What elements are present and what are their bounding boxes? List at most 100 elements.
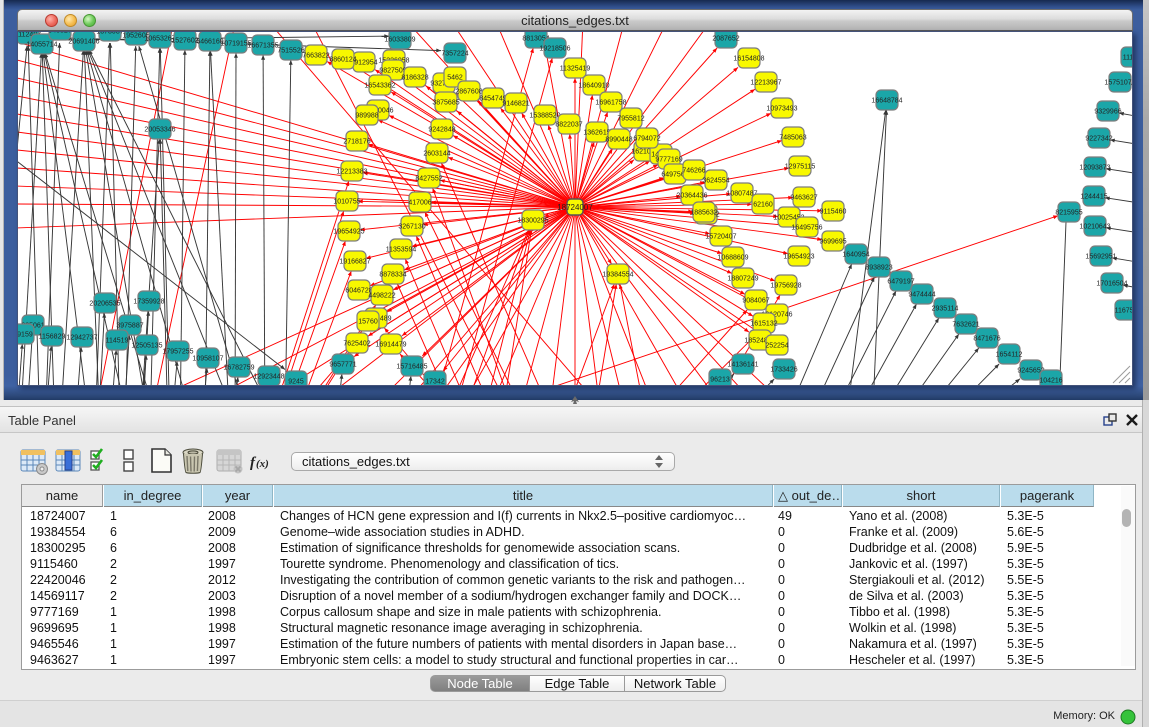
svg-text:11325419: 11325419	[560, 65, 591, 72]
svg-text:6479197: 6479197	[887, 278, 914, 285]
svg-text:7663822: 7663822	[302, 52, 329, 59]
svg-text:9245: 9245	[288, 378, 304, 385]
svg-text:14055714: 14055714	[26, 41, 57, 48]
svg-text:9699695: 9699695	[819, 238, 846, 245]
svg-text:5462: 5462	[447, 74, 463, 81]
svg-text:16033809: 16033809	[384, 36, 415, 43]
svg-text:8990448: 8990448	[605, 136, 632, 143]
svg-text:12942737: 12942737	[66, 334, 97, 341]
svg-text:18724007: 18724007	[557, 203, 593, 212]
svg-text:19384554: 19384554	[602, 271, 633, 278]
svg-text:12213967: 12213967	[750, 79, 781, 86]
svg-text:4498222: 4498222	[368, 292, 395, 299]
svg-text:8186328: 8186328	[401, 74, 428, 81]
svg-text:12213383: 12213383	[336, 168, 367, 175]
svg-text:19166827: 19166827	[339, 258, 370, 265]
svg-text:11353594: 11353594	[386, 246, 417, 253]
svg-text:16154808: 16154808	[733, 55, 764, 62]
svg-text:1733426: 1733426	[770, 366, 797, 373]
svg-text:17957255: 17957255	[162, 348, 193, 355]
svg-text:1010755: 1010755	[333, 198, 360, 205]
svg-text:20053346: 20053346	[144, 126, 175, 133]
svg-text:(x): (x)	[256, 458, 269, 470]
svg-text:1615132: 1615132	[750, 320, 777, 327]
svg-text:8471676: 8471676	[973, 335, 1000, 342]
svg-text:19654923: 19654923	[783, 253, 814, 260]
svg-text:1362615: 1362615	[583, 129, 610, 136]
svg-text:16914479: 16914479	[375, 341, 406, 348]
svg-text:9146821: 9146821	[502, 100, 529, 107]
svg-text:16543362: 16543362	[364, 82, 395, 89]
svg-text:8860124: 8860124	[329, 56, 356, 63]
svg-text:9084067: 9084067	[742, 297, 769, 304]
svg-text:16961758: 16961758	[595, 99, 626, 106]
svg-text:12093873: 12093873	[1079, 164, 1110, 171]
svg-text:12975115: 12975115	[785, 163, 816, 170]
svg-text:6794072: 6794072	[633, 135, 660, 142]
svg-text:2718176: 2718176	[343, 138, 370, 145]
svg-text:2935114: 2935114	[932, 305, 959, 312]
svg-text:15716485: 15716485	[396, 363, 427, 370]
svg-text:19654925: 19654925	[333, 228, 364, 235]
svg-text:15720407: 15720407	[705, 233, 736, 240]
svg-text:12923448: 12923448	[253, 373, 284, 380]
svg-text:15692951: 15692951	[1085, 253, 1116, 260]
svg-text:2867608: 2867608	[455, 88, 482, 95]
svg-text:16782759: 16782759	[223, 364, 254, 371]
svg-text:7632621: 7632621	[952, 321, 979, 328]
svg-text:9463627: 9463627	[790, 194, 817, 201]
svg-text:62160: 62160	[753, 201, 773, 208]
svg-text:8215955: 8215955	[1055, 209, 1082, 216]
svg-text:18640910: 18640910	[578, 82, 609, 89]
svg-text:8822037: 8822037	[555, 121, 582, 128]
svg-text:17342: 17342	[425, 378, 445, 385]
svg-text:104216: 104216	[1039, 377, 1062, 384]
svg-text:10210643: 10210643	[1079, 223, 1110, 230]
svg-text:9329966: 9329966	[1094, 108, 1121, 115]
svg-text:18300295: 18300295	[517, 217, 548, 224]
svg-text:252254: 252254	[765, 342, 788, 349]
svg-text:8938923: 8938923	[865, 264, 892, 271]
svg-text:1527602: 1527602	[171, 37, 198, 44]
svg-text:17359928: 17359928	[133, 298, 164, 305]
svg-text:20691406: 20691406	[68, 38, 99, 45]
svg-text:10958107: 10958107	[192, 355, 223, 362]
svg-text:7515526: 7515526	[277, 47, 304, 54]
svg-text:9227342: 9227342	[1085, 135, 1112, 142]
svg-text:7625402: 7625402	[343, 340, 370, 347]
svg-text:11124: 11124	[1123, 54, 1133, 61]
svg-text:14136141: 14136141	[727, 361, 758, 368]
svg-text:7485063: 7485063	[779, 134, 806, 141]
svg-text:989988: 989988	[355, 112, 378, 119]
svg-text:10688609: 10688609	[717, 254, 748, 261]
svg-text:1873087: 1873087	[96, 31, 123, 35]
svg-text:15760: 15760	[358, 318, 378, 325]
svg-text:8878334: 8878334	[379, 271, 406, 278]
svg-text:96213: 96213	[710, 376, 730, 383]
svg-text:1156829: 1156829	[39, 333, 66, 340]
svg-text:3975887: 3975887	[116, 322, 143, 329]
svg-text:1244415: 1244415	[1080, 193, 1107, 200]
svg-text:9827509: 9827509	[379, 67, 406, 74]
svg-text:940327: 940327	[48, 31, 71, 34]
svg-text:116753: 116753	[1115, 307, 1133, 314]
svg-text:1640954: 1640954	[842, 251, 869, 258]
svg-text:9777169: 9777169	[655, 156, 682, 163]
svg-text:114519: 114519	[106, 337, 129, 344]
svg-text:2087652: 2087652	[712, 35, 739, 42]
svg-text:10973493: 10973493	[766, 105, 797, 112]
svg-text:2603144: 2603144	[423, 150, 450, 157]
svg-text:9115460: 9115460	[820, 208, 847, 215]
svg-text:20364436: 20364436	[676, 192, 707, 199]
svg-text:9242848: 9242848	[428, 126, 455, 133]
svg-text:7955812: 7955812	[617, 115, 644, 122]
svg-text:15388520: 15388520	[529, 112, 560, 119]
svg-text:3267130: 3267130	[398, 223, 425, 230]
svg-text:15751074: 15751074	[1104, 79, 1133, 86]
svg-text:3875685: 3875685	[432, 99, 459, 106]
svg-text:16648784: 16648784	[871, 97, 902, 104]
svg-text:20206535: 20206535	[89, 300, 120, 307]
svg-text:16495756: 16495756	[791, 224, 822, 231]
svg-text:39159: 39159	[17, 331, 33, 338]
svg-text:16671355: 16671355	[247, 42, 278, 49]
